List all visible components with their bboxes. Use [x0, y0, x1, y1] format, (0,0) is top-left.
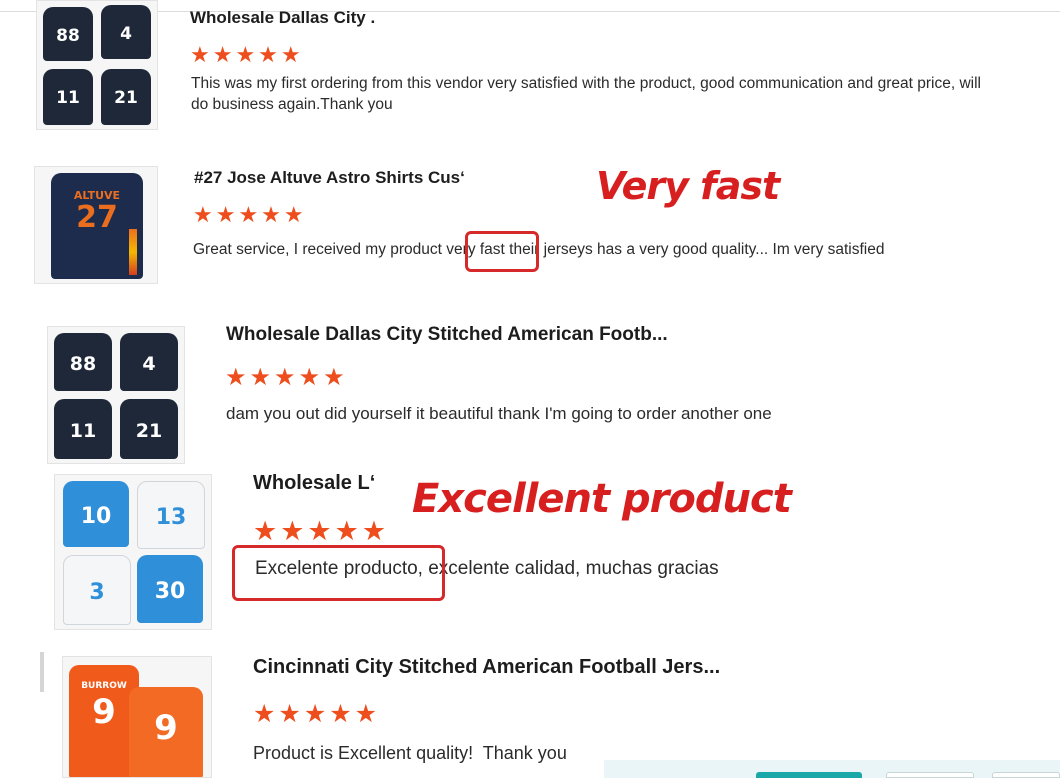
jersey-image: 30	[137, 555, 203, 623]
jersey-name: BURROW	[81, 681, 127, 691]
review-text: dam you out did yourself it beautiful th…	[226, 404, 772, 423]
rating-stars: ★★★★★	[253, 700, 381, 728]
top-divider	[0, 11, 1060, 12]
toolbar-button[interactable]	[992, 772, 1060, 778]
review-text: This was my first ordering from this ven…	[191, 75, 981, 113]
product-thumbnail-bengals[interactable]: BURROW 9 9	[62, 656, 212, 778]
product-thumbnail-cowboys[interactable]: 88 4 11 21	[47, 326, 185, 464]
product-title[interactable]: Wholesale Dallas City Stitched American …	[226, 324, 668, 346]
jersey-image: 13	[137, 481, 205, 549]
product-thumbnail-chargers[interactable]: 10 13 3 30	[54, 474, 212, 630]
product-title[interactable]: Cincinnati City Stitched American Footba…	[253, 656, 720, 679]
callout-very-fast: Very fast	[596, 164, 780, 208]
rating-stars: ★★★★★	[193, 202, 307, 227]
bottom-toolbar	[604, 760, 1060, 778]
review-text-part: Great service, I received my product	[193, 241, 442, 258]
jersey-image: 3	[63, 555, 131, 625]
review-text: Great service, I received my product ver…	[193, 240, 993, 261]
toolbar-button[interactable]	[886, 772, 974, 778]
toolbar-button[interactable]	[756, 772, 862, 778]
jersey-image: 10	[63, 481, 129, 547]
jersey-image: 88	[43, 7, 93, 61]
jersey-image: ALTUVE 27	[51, 173, 143, 279]
product-thumbnail-astros[interactable]: ALTUVE 27	[34, 166, 158, 284]
jersey-image: 21	[120, 399, 178, 459]
jersey-image: 21	[101, 69, 151, 125]
product-title[interactable]: Wholesale L‘	[253, 472, 375, 495]
product-thumbnail-cowboys[interactable]: 88 4 11 21	[36, 0, 158, 130]
jersey-image: 11	[54, 399, 112, 459]
rating-stars: ★★★★★	[253, 516, 390, 546]
jersey-image: 88	[54, 333, 112, 391]
review-text-part: their jerseys has a very good quality...…	[504, 241, 885, 258]
jersey-image: 4	[120, 333, 178, 391]
highlight-box-very-fast	[465, 231, 539, 272]
product-title[interactable]: #27 Jose Altuve Astro Shirts Cus‘	[194, 168, 465, 188]
jersey-image: 9	[129, 687, 203, 777]
rating-stars: ★★★★★	[225, 364, 348, 391]
callout-excellent-product: Excellent product	[412, 476, 792, 522]
left-edge-marker	[40, 652, 44, 692]
jersey-image: 4	[101, 5, 151, 59]
review-text-part: excelente calidad, muchas gracias	[422, 558, 719, 579]
product-title[interactable]: Wholesale Dallas City .	[190, 8, 375, 28]
rating-stars: ★★★★★	[190, 42, 304, 67]
highlight-box-excelente	[232, 545, 445, 601]
jersey-image: 11	[43, 69, 93, 125]
